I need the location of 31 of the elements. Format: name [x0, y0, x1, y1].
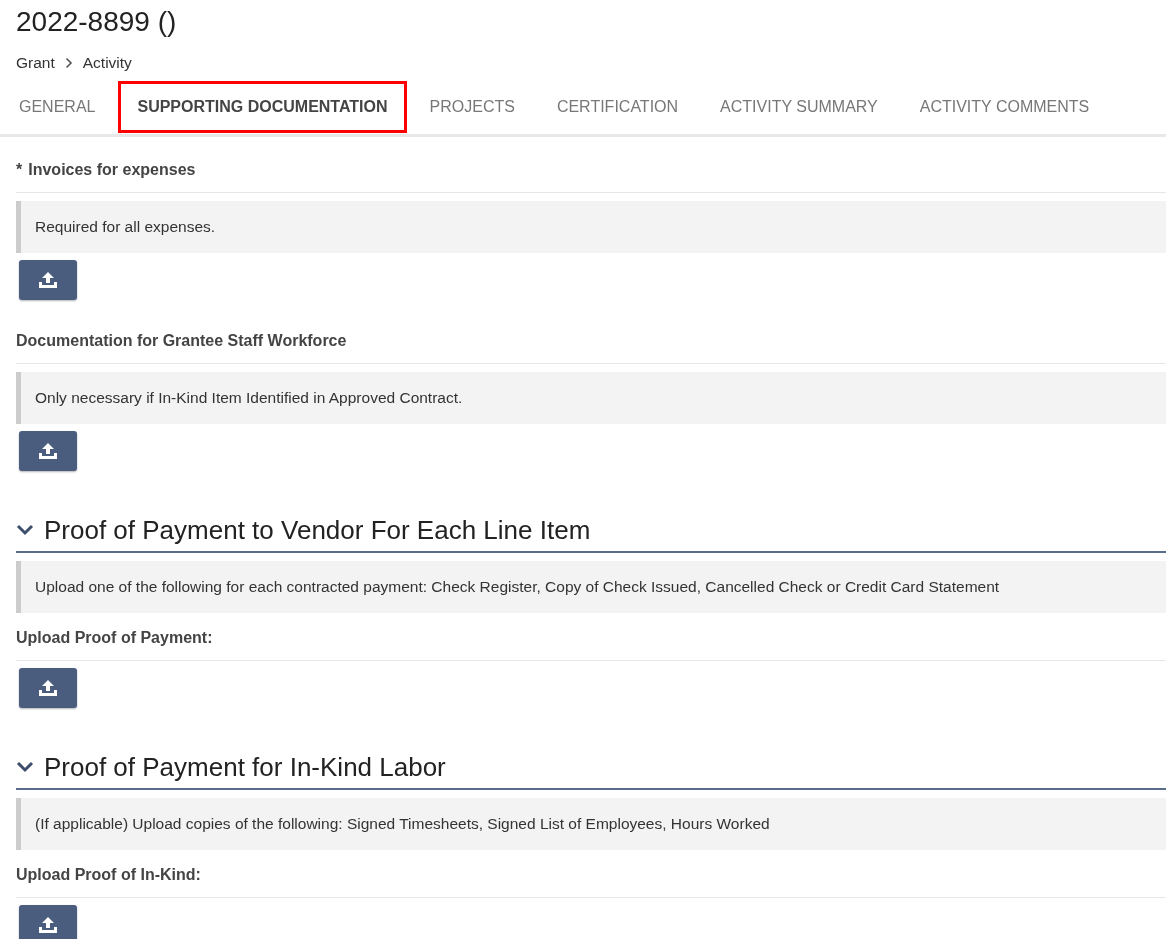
- field-label: Invoices for expenses: [28, 160, 196, 179]
- tab[interactable]: ACTIVITY COMMENTS: [900, 81, 1109, 133]
- chevron-icon[interactable]: [16, 524, 34, 536]
- chevron-icon[interactable]: [16, 761, 34, 773]
- tab[interactable]: ACTIVITY SUMMARY: [701, 81, 897, 133]
- tab[interactable]: PROJECTS: [410, 81, 534, 133]
- tab[interactable]: SUPPORTING DOCUMENTATION: [118, 81, 407, 133]
- upload-icon: [38, 442, 58, 460]
- breadcrumb-current: Activity: [82, 54, 132, 72]
- upload-button[interactable]: [19, 431, 77, 471]
- upload-button[interactable]: [19, 668, 77, 708]
- chevron-right-icon: [64, 57, 73, 69]
- note-text: Upload one of the following for each contracted payment: Check Register, Copy of Check Issued, Cancelled Check or Credit Card Statement: [16, 561, 1166, 613]
- upload-icon: [38, 679, 58, 697]
- tab[interactable]: CERTIFICATION: [537, 81, 698, 133]
- required-mark: *: [16, 160, 23, 179]
- note-text: Only necessary if In-Kind Item Identified in Approved Contract.: [16, 372, 1166, 424]
- tab[interactable]: GENERAL: [0, 81, 115, 133]
- note-text: Required for all expenses.: [16, 201, 1166, 253]
- section-heading: Proof of Payment for In-Kind Labor: [44, 751, 446, 783]
- upload-icon: [38, 271, 58, 289]
- note-text: (If applicable) Upload copies of the following: Signed Timesheets, Signed List of Employees, Hours Worked: [16, 798, 1166, 850]
- field-label: Upload Proof of In-Kind:: [16, 865, 201, 884]
- upload-button[interactable]: [19, 905, 77, 939]
- breadcrumb-link[interactable]: Grant: [16, 54, 55, 72]
- upload-icon: [38, 916, 58, 934]
- field-label: Upload Proof of Payment:: [16, 628, 213, 647]
- page-title: 2022-8899 (): [15, 5, 178, 39]
- field-label: Documentation for Grantee Staff Workforce: [16, 331, 347, 350]
- section-heading: Proof of Payment to Vendor For Each Line Item: [44, 514, 591, 546]
- upload-button[interactable]: [19, 260, 77, 300]
